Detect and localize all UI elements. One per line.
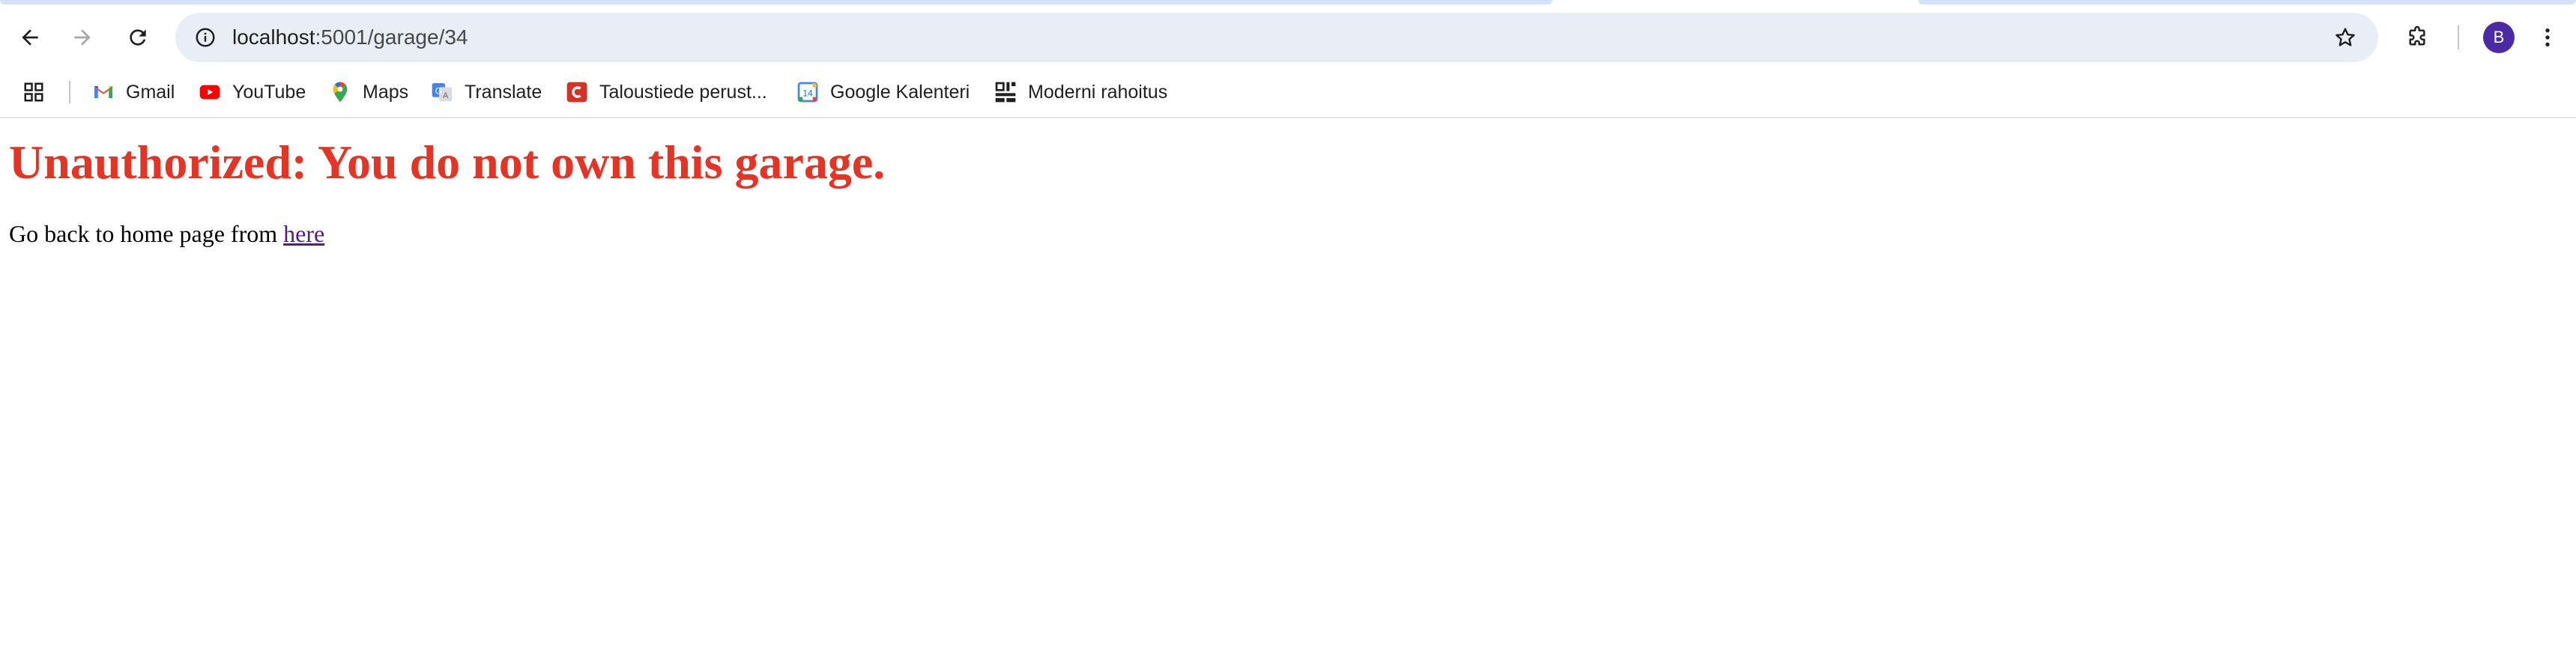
site-icon [994,80,1018,104]
back-home-prefix: Go back to home page from [9,220,284,247]
bookmark-gmail[interactable]: Gmail [91,75,175,109]
browser-toolbar: localhost:5001/garage/34 B [0,7,2576,67]
back-button[interactable] [7,15,52,60]
back-home-text: Go back to home page from here [9,220,324,248]
info-circle-icon [196,28,215,47]
puzzle-icon [2409,25,2425,46]
page-content: Unauthorized: You do not own this garage… [0,118,2576,659]
toolbar-divider [2458,25,2459,49]
home-link[interactable]: here [283,220,324,247]
url-text[interactable]: localhost:5001/garage/34 [232,13,468,62]
site-info-icon[interactable] [190,22,220,52]
bookmark-translate[interactable]: G A Translate [430,75,542,109]
reload-icon [130,29,146,46]
bookmark-label: Moderni rahoitus [1028,81,1168,103]
bookmark-maps[interactable]: Maps [328,75,408,109]
error-heading: Unauthorized: You do not own this garage… [9,136,886,189]
bookmark-google-kalenteri[interactable]: 14 Google Kalenteri [796,75,970,109]
star-icon [2335,28,2355,46]
course-icon [565,80,589,104]
bookmark-label: Google Kalenteri [830,81,970,103]
youtube-icon [198,80,222,104]
tab-strip [0,0,2576,7]
calendar-icon: 14 [796,80,820,104]
gmail-icon [91,80,115,104]
bookmark-label: Taloustiede perust... [599,81,767,103]
bookmark-label: Gmail [126,81,175,103]
bookmark-star-button[interactable] [2330,22,2360,52]
more-vertical-icon [2545,28,2550,46]
apps-grid-icon [24,82,43,102]
svg-text:G: G [435,86,442,97]
address-bar[interactable]: localhost:5001/garage/34 [175,13,2378,62]
bookmark-label: Maps [363,81,409,103]
svg-text:A: A [443,91,449,100]
bookmark-label: Translate [465,81,542,103]
extensions-button[interactable] [2395,15,2440,60]
arrow-left-icon [22,29,38,46]
reload-button[interactable] [115,15,160,60]
bookmarks-separator [69,81,70,103]
bookmarks-bar: Gmail YouTube Maps G A Translate Taloust… [0,67,2576,118]
url-host: localhost [232,25,315,49]
profile-avatar[interactable]: B [2483,22,2515,53]
bookmark-label: YouTube [232,81,306,103]
menu-button[interactable] [2533,15,2563,60]
url-path: :5001/garage/34 [315,25,468,49]
forward-button[interactable] [60,15,105,60]
apps-button[interactable] [18,76,49,108]
bookmark-taloustiede[interactable]: Taloustiede perust... [565,75,767,109]
translate-icon: G A [430,80,454,104]
calendar-day-text: 14 [802,88,813,98]
maps-icon [328,80,352,104]
arrow-right-icon [74,29,91,46]
tab-hint-active[interactable] [0,0,1552,4]
bookmark-moderni-rahoitus[interactable]: Moderni rahoitus [994,75,1167,109]
bookmark-youtube[interactable]: YouTube [198,75,306,109]
tab-hint-other[interactable] [1918,0,2576,4]
